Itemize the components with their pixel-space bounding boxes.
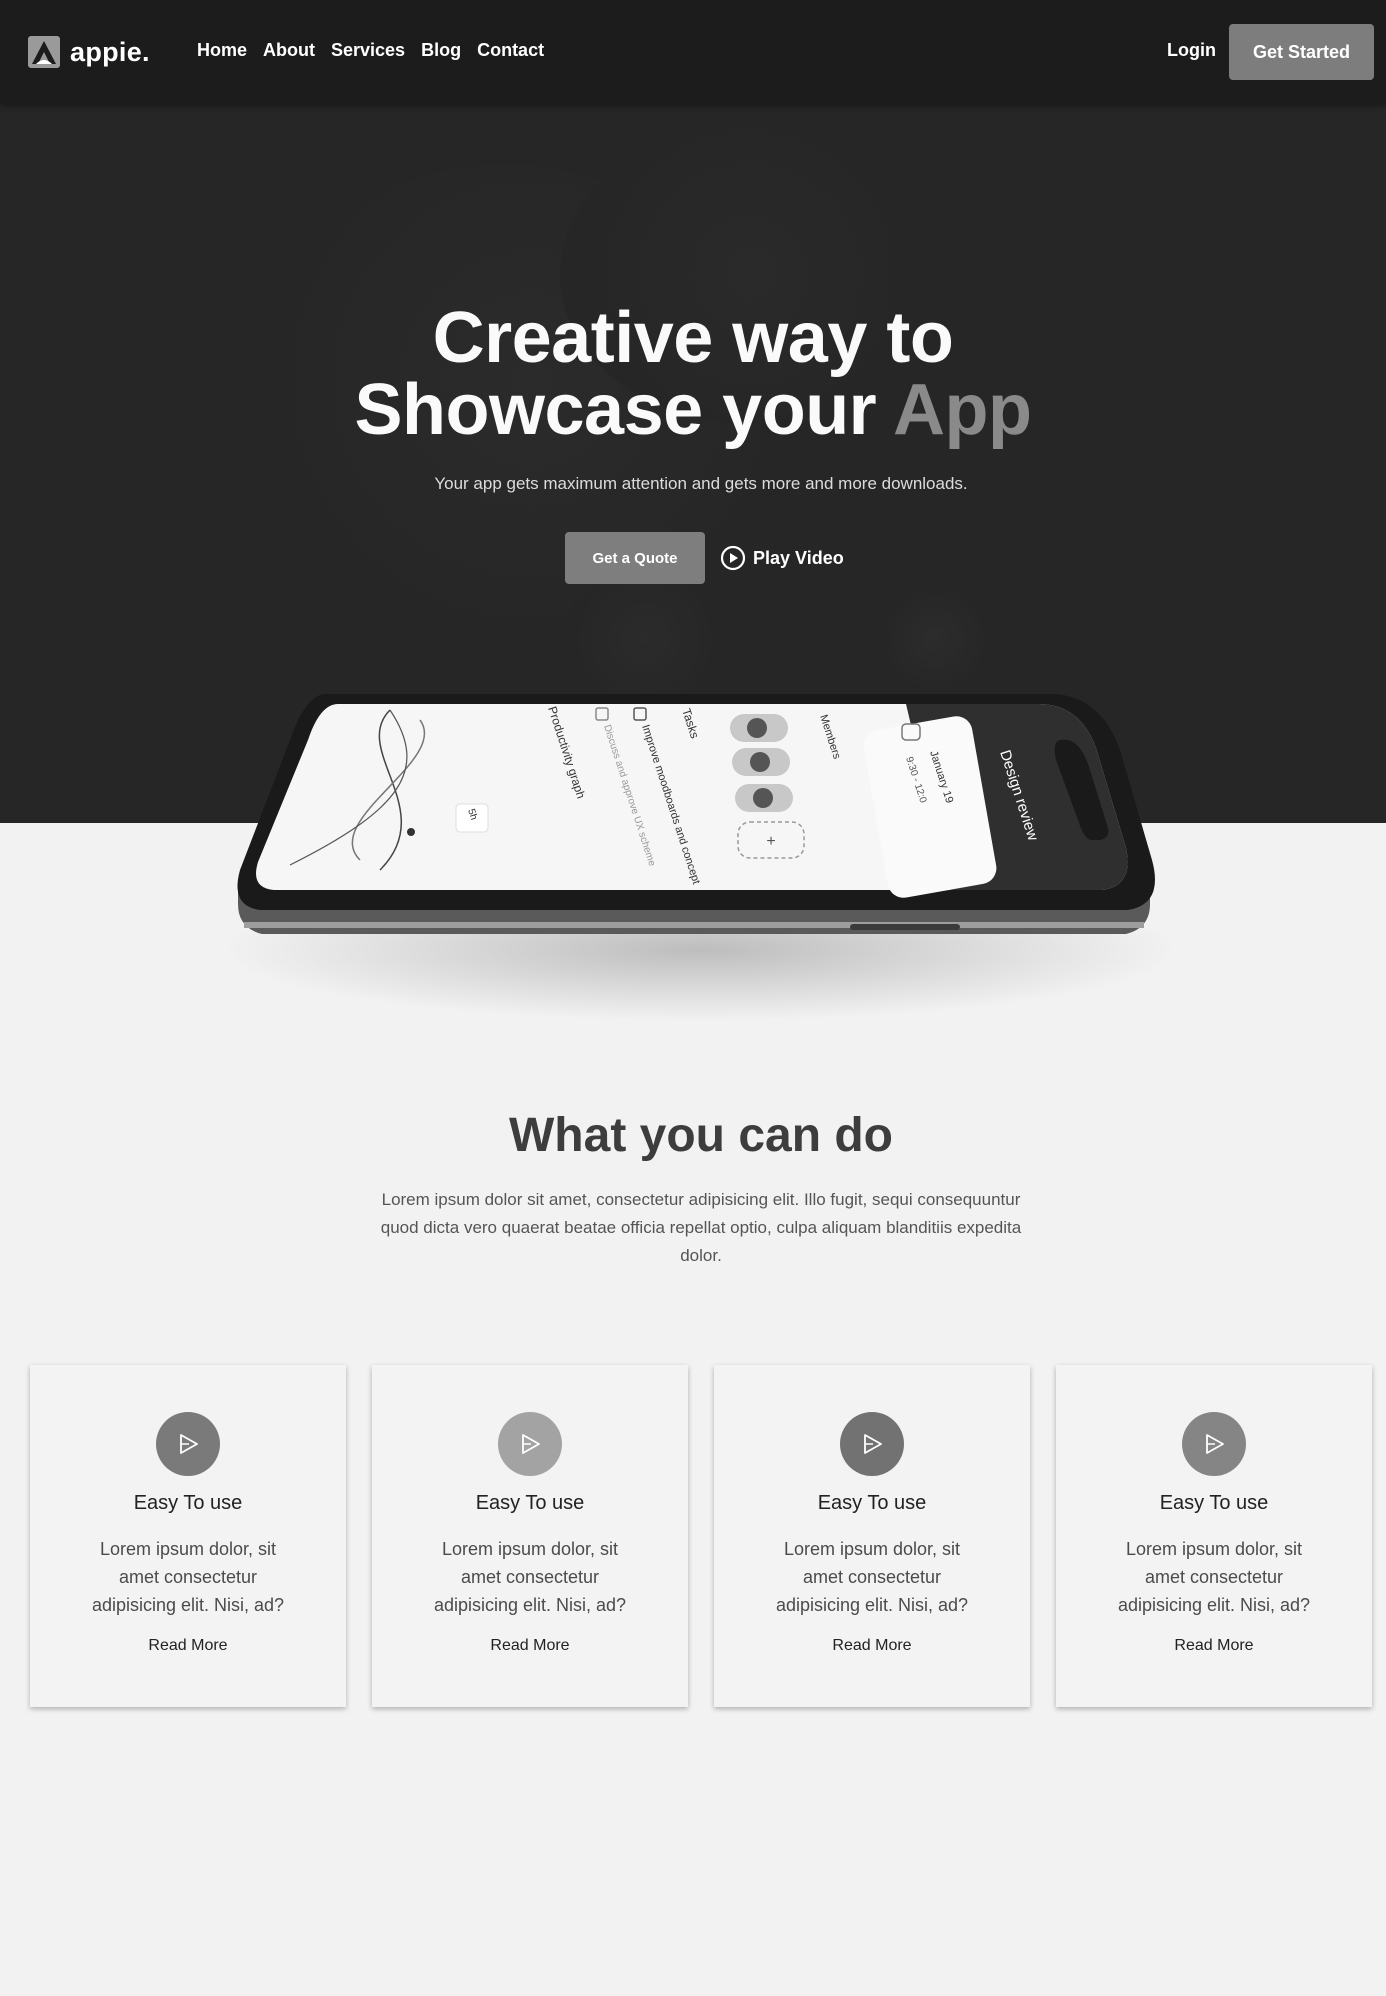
- hero-subtitle: Your app gets maximum attention and gets…: [434, 474, 968, 493]
- feature-card: Easy To use Lorem ipsum dolor, sit amet …: [714, 1365, 1030, 1707]
- nav-services[interactable]: Services: [331, 40, 405, 61]
- read-more-link[interactable]: Read More: [30, 1637, 346, 1655]
- phone-illustration: Design review January 19 9:30 - 12:0 Mem…: [237, 694, 1155, 934]
- play-video-label: Play Video: [753, 547, 844, 568]
- appie-logo-icon: [28, 36, 60, 68]
- get-quote-button[interactable]: Get a Quote: [565, 532, 705, 584]
- feature-icon-circle: [498, 1412, 562, 1476]
- login-link[interactable]: Login: [1167, 40, 1216, 61]
- feature-title: Easy To use: [1159, 1492, 1269, 1514]
- play-icon: [1206, 1434, 1224, 1454]
- phone-mockup: Design review January 19 9:30 - 12:0 Mem…: [230, 690, 1170, 1030]
- svg-text:+: +: [766, 833, 775, 850]
- feature-text: Lorem ipsum dolor, sit amet consectetur …: [1117, 1539, 1311, 1615]
- brand[interactable]: appie.: [28, 34, 150, 70]
- section-description: Lorem ipsum dolor sit amet, consectetur …: [380, 1190, 1022, 1265]
- feature-icon-circle: [1182, 1412, 1246, 1476]
- feature-title: Easy To use: [817, 1492, 927, 1514]
- nav-home[interactable]: Home: [197, 40, 247, 61]
- read-more-link[interactable]: Read More: [372, 1637, 688, 1655]
- play-video-button[interactable]: Play Video: [720, 545, 844, 571]
- feature-text: Lorem ipsum dolor, sit amet consectetur …: [775, 1539, 969, 1615]
- nav-contact[interactable]: Contact: [477, 40, 544, 61]
- play-icon: [180, 1434, 198, 1454]
- feature-title: Easy To use: [133, 1492, 243, 1514]
- hero-title-accent: App: [893, 370, 1032, 450]
- feature-card: Easy To use Lorem ipsum dolor, sit amet …: [372, 1365, 688, 1707]
- nav-about[interactable]: About: [263, 40, 315, 61]
- read-more-link[interactable]: Read More: [714, 1637, 1030, 1655]
- play-icon: [864, 1434, 882, 1454]
- feature-text: Lorem ipsum dolor, sit amet consectetur …: [433, 1539, 627, 1615]
- play-circle-icon: [720, 545, 746, 571]
- hero-title: Creative way to Showcase your App: [0, 302, 1386, 446]
- main-nav: Home About Services Blog Contact: [197, 40, 560, 61]
- read-more-link[interactable]: Read More: [1056, 1637, 1372, 1655]
- hero-background-shape: [560, 574, 730, 704]
- brand-name: appie.: [70, 36, 150, 67]
- feature-text: Lorem ipsum dolor, sit amet consectetur …: [91, 1539, 285, 1615]
- feature-icon-circle: [840, 1412, 904, 1476]
- hero-title-line-1: Creative way to: [432, 298, 954, 378]
- feature-title: Easy To use: [475, 1492, 585, 1514]
- nav-blog[interactable]: Blog: [421, 40, 461, 61]
- feature-icon-circle: [156, 1412, 220, 1476]
- get-started-button[interactable]: Get Started: [1229, 24, 1374, 80]
- section-title: What you can do: [509, 1109, 893, 1162]
- hero-title-line-2: Showcase your: [354, 370, 894, 450]
- feature-card: Easy To use Lorem ipsum dolor, sit amet …: [30, 1365, 346, 1707]
- feature-card: Easy To use Lorem ipsum dolor, sit amet …: [1056, 1365, 1372, 1707]
- hero-background-shape: [880, 584, 990, 694]
- navbar: appie. Home About Services Blog Contact …: [0, 0, 1386, 104]
- play-icon: [522, 1434, 540, 1454]
